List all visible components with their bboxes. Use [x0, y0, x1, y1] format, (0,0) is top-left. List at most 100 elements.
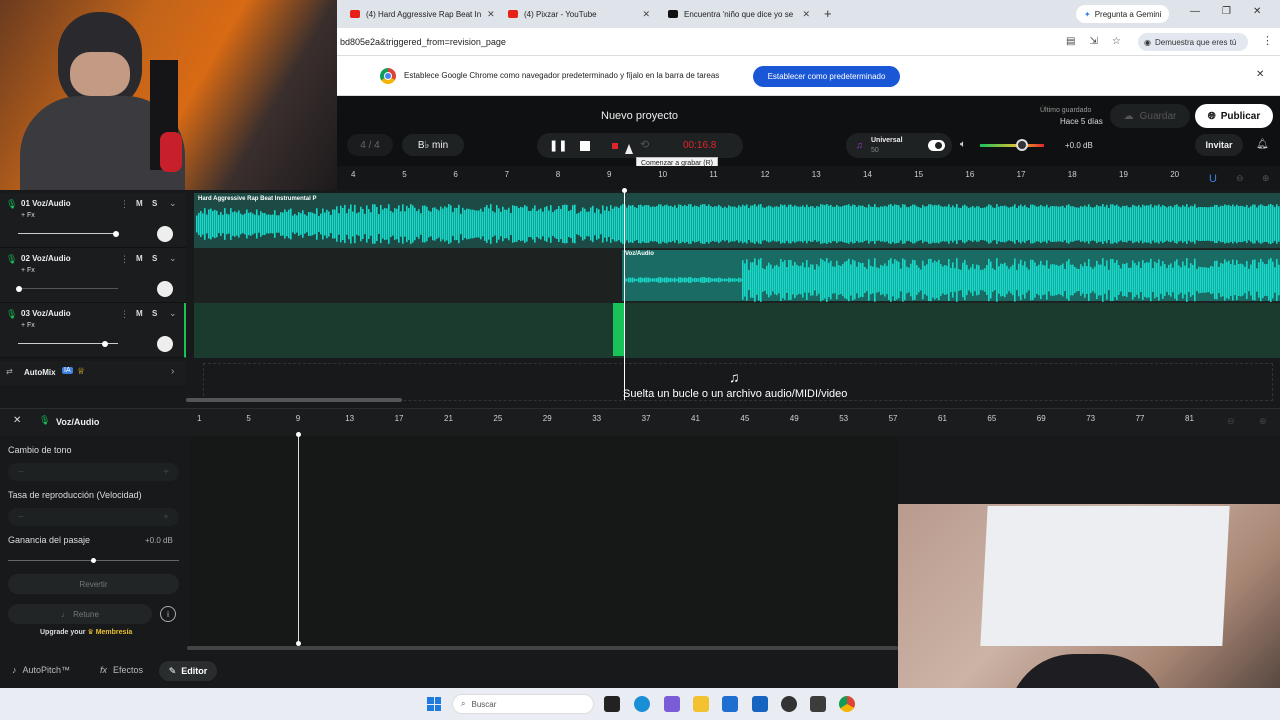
playhead[interactable]	[624, 190, 625, 400]
chevron-down-icon[interactable]: ⌄	[169, 308, 177, 319]
copilot-icon[interactable]	[664, 696, 680, 712]
close-icon[interactable]: ✕	[642, 9, 650, 20]
solo-button[interactable]: S	[152, 309, 157, 318]
install-icon[interactable]: ⇲	[1089, 36, 1097, 47]
rate-stepper[interactable]: − +	[8, 508, 179, 526]
tab-autopitch[interactable]: ♪ AutoPitch™	[12, 665, 70, 675]
clip-1-title[interactable]: Hard Aggressive Rap Beat Instrumental P	[198, 196, 316, 202]
track-volume-thumb[interactable]	[102, 341, 108, 347]
minus-icon[interactable]: −	[18, 512, 24, 523]
track-header-2[interactable]: 🎙︎ 02 Voz/Audio + Fx ⋮ M S ⌄	[0, 248, 186, 303]
pan-knob[interactable]	[157, 281, 173, 297]
master-volume-slider[interactable]	[980, 144, 1044, 147]
track-volume-thumb[interactable]	[16, 286, 22, 292]
app-icon[interactable]	[810, 696, 826, 712]
tab-youtube-beat[interactable]: (4) Hard Aggressive Rap Beat In ✕	[342, 4, 500, 24]
add-fx-button[interactable]: + Fx	[21, 212, 35, 219]
profile-button[interactable]: ◉ Demuestra que eres tú	[1138, 33, 1248, 51]
track-volume-slider[interactable]	[18, 288, 118, 289]
preset-toggle[interactable]	[928, 140, 945, 151]
info-icon[interactable]: i	[160, 606, 176, 622]
track-title[interactable]: 03 Voz/Audio	[21, 309, 71, 318]
save-button[interactable]: ☁ Guardar	[1110, 104, 1190, 128]
minimize-icon[interactable]: —	[1190, 6, 1200, 17]
bell-icon[interactable]: 🔔︎	[1256, 139, 1269, 150]
editor-scrollbar[interactable]	[187, 646, 898, 650]
magnet-icon[interactable]: U	[1209, 173, 1217, 185]
editor-playhead[interactable]	[298, 434, 299, 644]
solo-button[interactable]: S	[152, 199, 157, 208]
chevron-down-icon[interactable]: ⌄	[169, 198, 177, 209]
invite-button[interactable]: Invitar	[1195, 134, 1243, 156]
track-title[interactable]: 02 Voz/Audio	[21, 254, 71, 263]
editor-zoom-out-icon[interactable]: ⊖	[1227, 416, 1235, 427]
membership-link[interactable]: Membresía	[96, 629, 133, 636]
track-menu-icon[interactable]: ⋮	[120, 254, 129, 265]
automix-row[interactable]: ⇄ AutoMix IA ♕ ›	[0, 361, 186, 385]
volume-thumb[interactable]	[1016, 139, 1028, 151]
publish-button[interactable]: 🌐︎ Publicar	[1195, 104, 1273, 128]
maximize-icon[interactable]: ❐	[1222, 6, 1231, 17]
track-volume-slider[interactable]	[18, 233, 118, 234]
track-menu-icon[interactable]: ⋮	[120, 199, 129, 210]
edge-icon[interactable]	[634, 696, 650, 712]
gain-thumb[interactable]	[91, 558, 96, 563]
minus-icon[interactable]: −	[18, 467, 24, 478]
playhead-handle[interactable]	[622, 188, 627, 193]
file-explorer-icon[interactable]	[693, 696, 709, 712]
reader-icon[interactable]: ▤	[1066, 36, 1075, 47]
pause-icon[interactable]: ❚❚	[549, 139, 567, 152]
new-tab-button[interactable]: +	[824, 6, 832, 21]
mute-button[interactable]: M	[136, 254, 143, 263]
close-window-icon[interactable]: ✕	[1253, 6, 1261, 17]
editor-canvas[interactable]	[190, 436, 898, 646]
key-selector[interactable]: B♭ min	[402, 134, 464, 156]
loop-icon[interactable]: ⟲	[640, 138, 649, 151]
tab-youtube-pixzar[interactable]: (4) Pixzar - YouTube ✕	[500, 4, 658, 24]
mute-button[interactable]: M	[136, 199, 143, 208]
chrome-taskbar-icon[interactable]	[839, 696, 855, 712]
store-icon[interactable]	[722, 696, 738, 712]
record-icon[interactable]	[612, 143, 618, 149]
time-signature[interactable]: 4 / 4	[347, 134, 393, 156]
horizontal-scrollbar[interactable]	[186, 398, 402, 402]
close-editor-icon[interactable]: ✕	[13, 415, 21, 426]
speaker-icon[interactable]: 🔈︎	[960, 139, 966, 150]
chevron-right-icon[interactable]: ›	[171, 366, 174, 377]
zoom-in-icon[interactable]: ⊕	[1262, 173, 1270, 184]
windows-start-icon[interactable]	[427, 697, 441, 711]
tab-effects[interactable]: fx Efectos	[100, 665, 143, 675]
add-fx-button[interactable]: + Fx	[21, 322, 35, 329]
bookmark-star-icon[interactable]: ☆	[1112, 36, 1121, 47]
stop-icon[interactable]	[580, 141, 590, 151]
tab-editor[interactable]: ✎ Editor	[159, 661, 217, 681]
track-header-1[interactable]: 🎙︎ 01 Voz/Audio + Fx ⋮ M S ⌄	[0, 193, 186, 248]
retune-button[interactable]: ♩ Retune	[8, 604, 152, 624]
zoom-out-icon[interactable]: ⊖	[1236, 173, 1244, 184]
mute-button[interactable]: M	[136, 309, 143, 318]
set-default-button[interactable]: Establecer como predeterminado	[753, 66, 900, 87]
track-volume-thumb[interactable]	[113, 231, 119, 237]
infobar-close-icon[interactable]: ✕	[1256, 69, 1264, 80]
editor-zoom-in-icon[interactable]: ⊕	[1259, 416, 1267, 427]
timeline-ruler[interactable]	[337, 166, 1280, 190]
plus-icon[interactable]: +	[163, 512, 169, 523]
taskbar-search[interactable]: ⌕ Buscar	[452, 694, 594, 714]
track-header-3[interactable]: 🎙︎ 03 Voz/Audio + Fx ⋮ M S ⌄	[0, 303, 186, 358]
pan-knob[interactable]	[157, 336, 173, 352]
gemini-button[interactable]: ✦ Pregunta a Gemini	[1076, 5, 1170, 23]
add-fx-button[interactable]: + Fx	[21, 267, 35, 274]
pan-knob[interactable]	[157, 226, 173, 242]
menu-icon[interactable]: ⋮	[1262, 34, 1273, 47]
task-view-icon[interactable]	[604, 696, 620, 712]
track-menu-icon[interactable]: ⋮	[120, 309, 129, 320]
plus-icon[interactable]: +	[163, 467, 169, 478]
clip-2-title[interactable]: Voz/Audio	[625, 251, 654, 257]
close-icon[interactable]: ✕	[487, 9, 495, 20]
track-title[interactable]: 01 Voz/Audio	[21, 199, 71, 208]
obs-icon[interactable]	[781, 696, 797, 712]
outlook-icon[interactable]	[752, 696, 768, 712]
close-icon[interactable]: ✕	[802, 9, 810, 20]
tab-tiktok[interactable]: Encuentra 'niño que dice yo se ✕	[660, 4, 818, 24]
solo-button[interactable]: S	[152, 254, 157, 263]
